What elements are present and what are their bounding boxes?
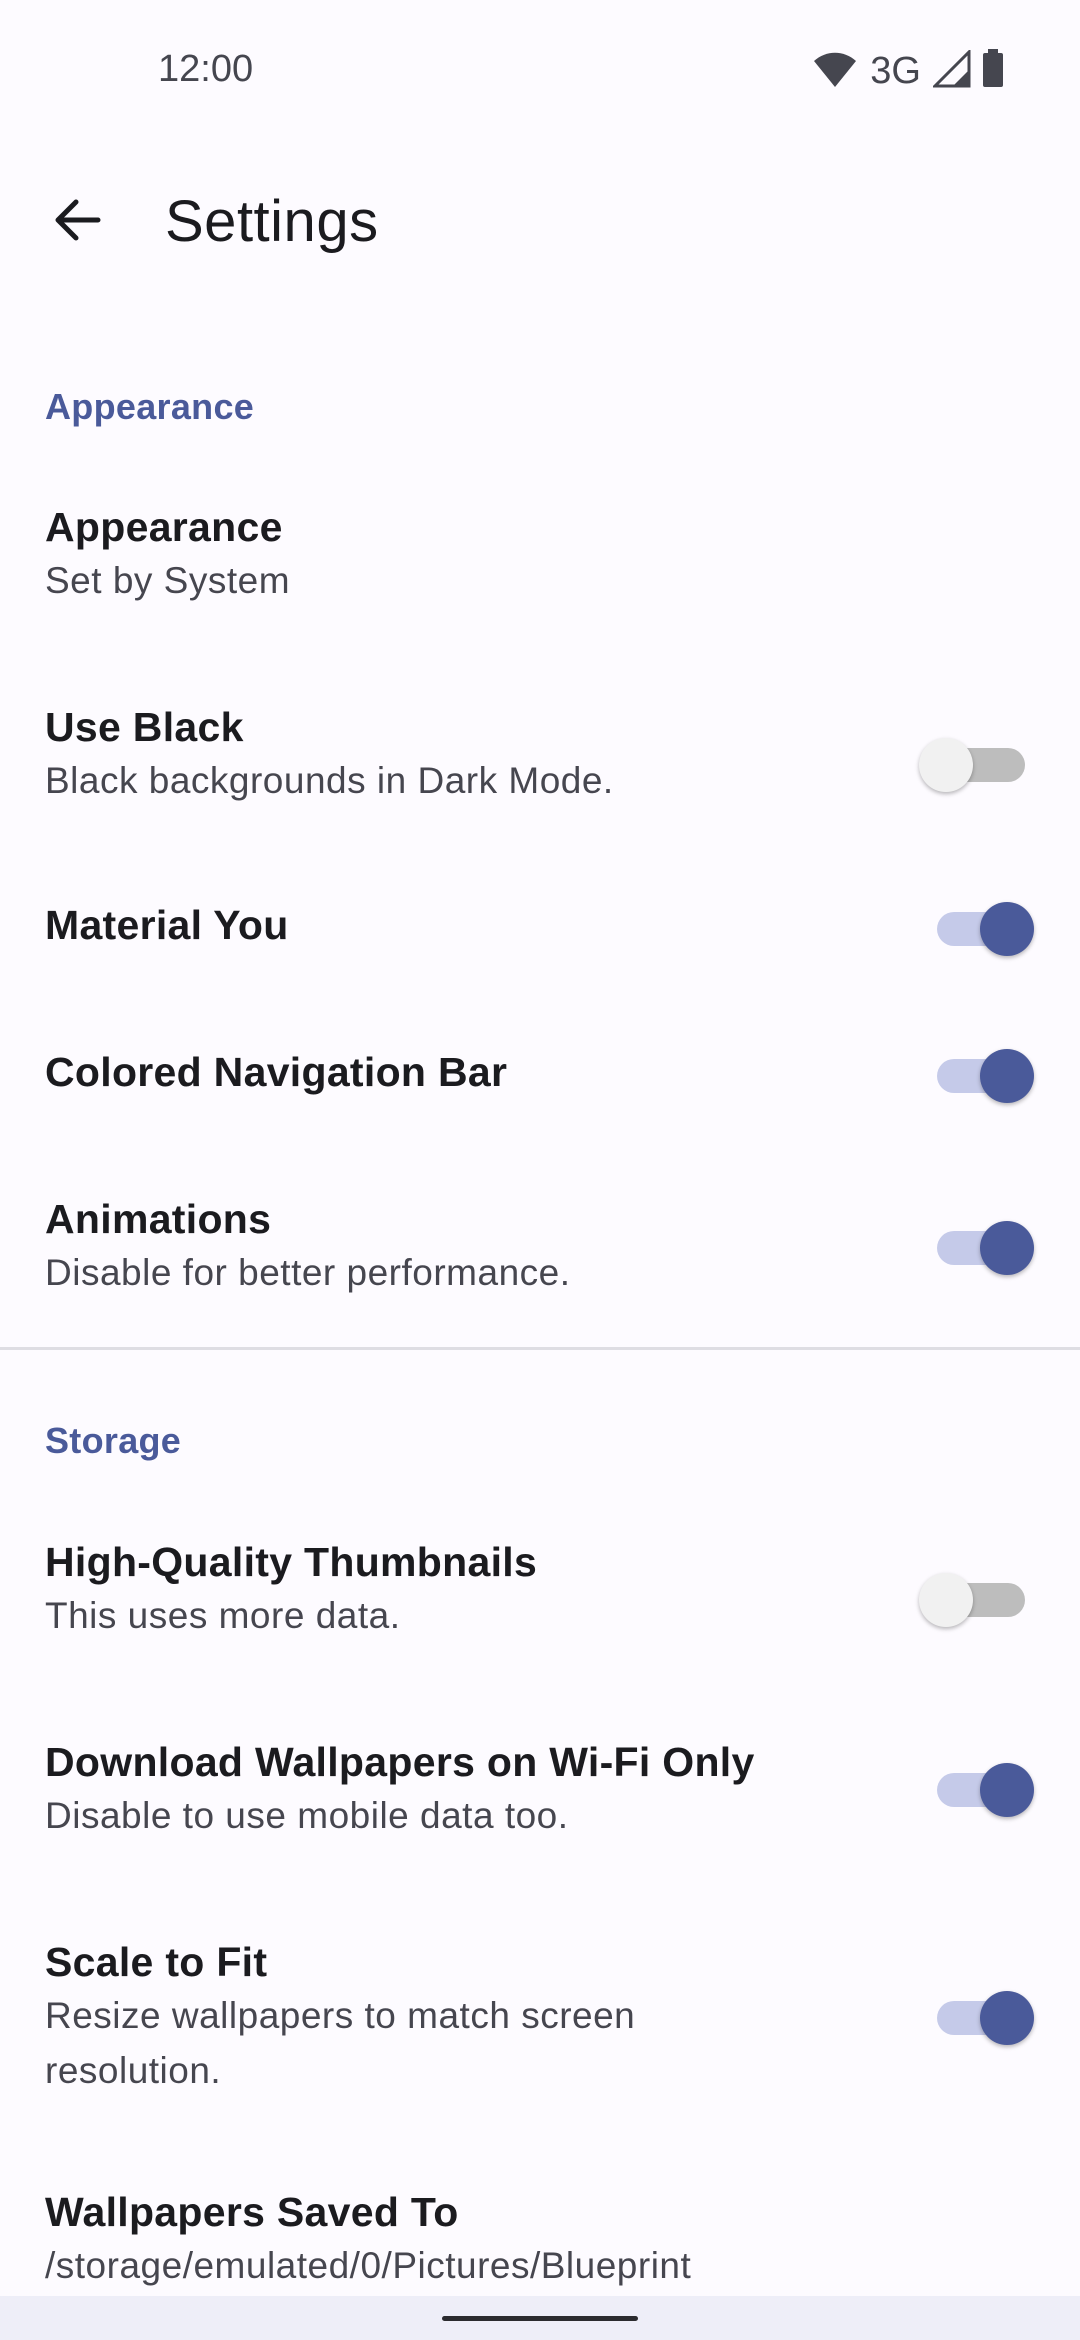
pref-title: Wallpapers Saved To <box>45 2189 459 2235</box>
battery-icon <box>981 48 1005 94</box>
pref-summary: Disable for better performance. <box>45 1252 571 1293</box>
material-you-switch[interactable] <box>937 892 1034 962</box>
section-header-storage: Storage <box>45 1420 182 1461</box>
use-black-switch[interactable] <box>919 728 1027 798</box>
pref-title: High-Quality Thumbnails <box>45 1539 538 1585</box>
switch-thumb <box>980 1763 1034 1817</box>
status-bar: 12:00 3G <box>0 0 1080 140</box>
pref-colored-navigation-bar[interactable]: Colored Navigation Bar <box>0 1017 1080 1137</box>
pref-high-quality-thumbnails[interactable]: High-Quality Thumbnails This uses more d… <box>0 1505 1080 1675</box>
pref-title: Scale to Fit <box>45 1939 268 1985</box>
navigation-bar <box>0 2296 1080 2340</box>
pref-title: Use Black <box>45 704 244 750</box>
pref-title: Appearance <box>45 504 283 550</box>
animations-switch[interactable] <box>937 1211 1034 1281</box>
pref-summary: Resize wallpapers to match screen resolu… <box>45 1995 636 2091</box>
high-quality-thumbnails-switch[interactable] <box>919 1563 1027 1633</box>
arrow-back-icon <box>52 194 104 251</box>
status-icons: 3G <box>812 47 1005 94</box>
scale-to-fit-switch[interactable] <box>937 1981 1034 2051</box>
pref-material-you[interactable]: Material You <box>0 870 1080 990</box>
colored-navigation-bar-switch[interactable] <box>937 1039 1034 1109</box>
pref-scale-to-fit[interactable]: Scale to Fit Resize wallpapers to match … <box>0 1905 1080 2125</box>
wifi-icon <box>812 49 858 94</box>
back-button[interactable] <box>40 184 116 260</box>
pref-summary: /storage/emulated/0/Pictures/Blueprint <box>45 2245 692 2286</box>
pref-summary: Black backgrounds in Dark Mode. <box>45 760 614 801</box>
pref-title: Colored Navigation Bar <box>45 1049 508 1095</box>
switch-thumb <box>980 1991 1034 2045</box>
pref-summary: This uses more data. <box>45 1595 401 1636</box>
section-header-appearance: Appearance <box>45 386 255 427</box>
section-divider <box>0 1347 1080 1350</box>
status-time: 12:00 <box>158 48 254 90</box>
pref-animations[interactable]: Animations Disable for better performanc… <box>0 1160 1080 1330</box>
pref-title: Animations <box>45 1196 272 1242</box>
network-type: 3G <box>870 49 921 92</box>
switch-thumb <box>980 1221 1034 1275</box>
pref-summary: Set by System <box>45 560 291 601</box>
pref-title: Material You <box>45 902 289 948</box>
top-app-bar: Settings <box>0 170 1080 280</box>
page-title: Settings <box>165 189 379 254</box>
pref-title: Download Wallpapers on Wi-Fi Only <box>45 1739 755 1785</box>
pref-download-wifi-only[interactable]: Download Wallpapers on Wi-Fi Only Disabl… <box>0 1705 1080 1875</box>
switch-thumb <box>919 738 973 792</box>
pref-wallpapers-saved-to[interactable]: Wallpapers Saved To /storage/emulated/0/… <box>0 2155 1080 2296</box>
switch-thumb <box>980 1049 1034 1103</box>
pref-summary: Disable to use mobile data too. <box>45 1795 569 1836</box>
download-wifi-only-switch[interactable] <box>937 1753 1034 1823</box>
cellular-signal-icon <box>931 47 971 93</box>
gesture-handle[interactable] <box>442 2316 638 2321</box>
pref-use-black[interactable]: Use Black Black backgrounds in Dark Mode… <box>0 670 1080 835</box>
switch-thumb <box>980 902 1034 956</box>
switch-thumb <box>919 1573 973 1627</box>
pref-appearance[interactable]: Appearance Set by System <box>0 470 1080 640</box>
